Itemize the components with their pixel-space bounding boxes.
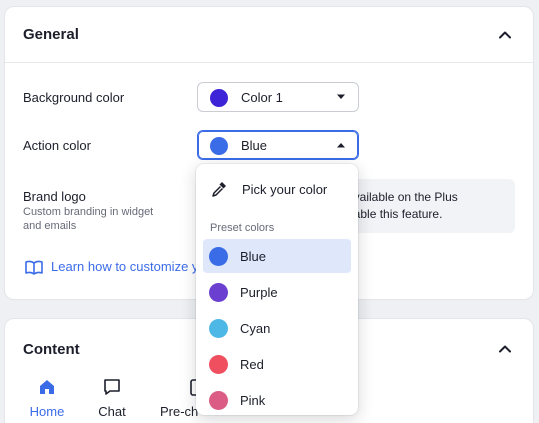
plan-info-line-1: available on the Plus	[347, 190, 458, 204]
content-title: Content	[23, 341, 80, 358]
color-swatch	[209, 355, 228, 374]
action-color-swatch	[210, 137, 228, 155]
color-swatch	[209, 283, 228, 302]
plan-info-line-2: nable this feature.	[347, 207, 443, 221]
color-option-purple[interactable]: Purple	[203, 275, 351, 309]
tab-chat-label: Chat	[98, 404, 126, 419]
color-option-red[interactable]: Red	[203, 347, 351, 381]
background-color-label: Background color	[23, 90, 125, 105]
tab-chat[interactable]: Chat	[82, 375, 142, 423]
action-color-value: Blue	[241, 138, 268, 153]
general-title: General	[23, 26, 79, 43]
action-color-select[interactable]: Blue	[197, 130, 359, 160]
color-swatch	[209, 391, 228, 410]
general-header[interactable]: General	[5, 7, 533, 63]
chevron-up-icon[interactable]	[497, 341, 513, 357]
color-swatch	[209, 247, 228, 266]
color-option-label: Purple	[240, 285, 278, 300]
eyedropper-icon	[212, 182, 226, 197]
color-option-cyan[interactable]: Cyan	[203, 311, 351, 345]
tab-home[interactable]: Home	[17, 375, 77, 423]
pick-your-color-option[interactable]: Pick your color	[196, 172, 358, 206]
background-color-swatch	[210, 89, 228, 107]
preset-colors-heading: Preset colors	[210, 222, 275, 234]
color-option-label: Cyan	[240, 321, 271, 336]
color-swatch	[209, 319, 228, 338]
caret-up-icon	[337, 143, 345, 148]
color-option-blue[interactable]: Blue	[203, 239, 351, 273]
background-color-select[interactable]: Color 1	[197, 82, 359, 112]
learn-customize-text: Learn how to customize y	[51, 259, 199, 274]
color-option-label: Red	[240, 357, 264, 372]
book-icon	[25, 260, 43, 275]
background-color-value: Color 1	[241, 90, 283, 105]
action-color-label: Action color	[23, 138, 91, 153]
color-option-label: Blue	[240, 249, 267, 264]
brand-logo-label: Brand logo	[23, 189, 86, 204]
brand-logo-description: Custom branding in widget and emails	[23, 206, 154, 232]
pick-your-color-label: Pick your color	[242, 182, 328, 197]
home-icon	[40, 380, 54, 394]
caret-down-icon	[337, 94, 345, 99]
color-option-pink[interactable]: Pink	[203, 383, 351, 417]
general-divider	[5, 62, 533, 63]
color-option-label: Pink	[240, 393, 266, 408]
tab-home-label: Home	[29, 404, 65, 419]
chat-icon	[104, 379, 120, 395]
action-color-dropdown: Pick your color Preset colors Blue Purpl…	[196, 164, 358, 415]
plan-info-text: available on the Plus nable this feature…	[347, 189, 517, 223]
chevron-up-icon[interactable]	[497, 27, 513, 43]
